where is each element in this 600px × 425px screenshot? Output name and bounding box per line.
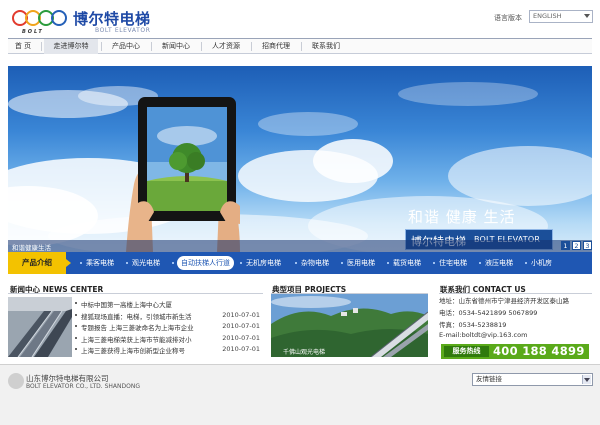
nav-divider (151, 42, 152, 51)
language-value: ENGLISH (533, 12, 562, 20)
bullet-icon (126, 262, 128, 264)
footer-company-en: BOLT ELEVATOR CO., LTD. SHANDONG (26, 383, 140, 390)
news-item[interactable]: 上海三菱获得上海市创新型企业称号 2010-07-01 (75, 345, 263, 357)
news-photo-escalator[interactable] (8, 297, 72, 357)
product-item-small-machine-room[interactable]: 小机房 (531, 252, 552, 274)
news-item-title[interactable]: 中标中国第一高楼上海中心大厦 (81, 299, 219, 309)
language-select[interactable]: ENGLISH (529, 10, 593, 23)
bullet-icon (295, 262, 297, 264)
footer-logo-icon (8, 373, 24, 389)
news-item[interactable]: 中标中国第一高楼上海中心大厦 (75, 299, 263, 311)
bullet-icon (75, 313, 77, 316)
banner-caption: 和谐健康生活 (12, 244, 51, 252)
bullet-icon (80, 262, 82, 264)
bullet-icon (240, 262, 242, 264)
news-divider (8, 293, 263, 294)
nav-divider (251, 42, 252, 51)
news-item-date: 2010-07-01 (222, 310, 260, 319)
bullet-icon (75, 302, 77, 304)
logo-bolt-text: BOLT (22, 29, 44, 35)
nav-item-contact[interactable]: 联系我们 (304, 39, 348, 54)
product-item-escalator[interactable]: 自动扶梯人行道 (177, 256, 234, 270)
language-label: 语言版本 (494, 14, 522, 22)
bullet-icon (75, 348, 77, 351)
bullet-icon (525, 262, 527, 264)
friend-links-select[interactable]: 友情链接 (472, 373, 593, 386)
product-item-residential[interactable]: 住宅电梯 (439, 252, 467, 274)
bullet-icon (341, 262, 343, 264)
site-footer: 山东博尔特电梯有限公司 BOLT ELEVATOR CO., LTD. SHAN… (0, 364, 600, 425)
nav-item-products[interactable]: 产品中心 (104, 39, 148, 54)
main-nav: 首 页 走进博尔特 产品中心 新闻中心 人才资源 招商代理 联系我们 (8, 38, 592, 54)
contact-address: 地址：山东省德州市宁津县经济开发区泰山路 (439, 297, 569, 305)
news-item-date: 2010-07-01 (222, 333, 260, 342)
news-item[interactable]: 上海三菱电梯荣获上海市节能减排对小 2010-07-01 (75, 334, 263, 346)
product-item-mrl[interactable]: 无机房电梯 (246, 252, 281, 274)
nav-item-agency[interactable]: 招商代理 (254, 39, 298, 54)
nav-divider (301, 42, 302, 51)
banner-page-1[interactable]: 1 (561, 241, 570, 250)
banner-tagline: 和谐 健康 生活 (408, 208, 516, 226)
logo-rings-icon[interactable] (12, 8, 70, 28)
nav-divider (201, 42, 202, 51)
contact-fax: 传真：0534-5238819 (439, 321, 507, 329)
company-name-en: BOLT ELEVATOR (95, 27, 151, 34)
product-item-freight[interactable]: 载货电梯 (393, 252, 421, 274)
bullet-icon (75, 336, 77, 339)
friend-links-label: 友情链接 (476, 375, 502, 383)
nav-item-about[interactable]: 走进博尔特 (44, 39, 98, 54)
escalator-image (8, 297, 72, 357)
arrow-right-icon (66, 259, 71, 267)
bullet-icon (387, 262, 389, 264)
news-item-date: 2010-07-01 (222, 345, 260, 354)
news-item-date: 2010-07-01 (222, 322, 260, 331)
nav-divider (101, 42, 102, 51)
hotline-number: 400 188 4899 (493, 344, 585, 358)
service-hotline: 服务热线 400 188 4899 (441, 344, 589, 359)
contact-divider (439, 293, 592, 294)
product-bar-title: 产品介绍 (8, 252, 66, 274)
contact-info: 地址：山东省德州市宁津县经济开发区泰山路 电话：0534-5421899 506… (439, 295, 594, 343)
news-item-title[interactable]: 上海三菱电梯荣获上海市节能减排对小 (81, 334, 219, 344)
chevron-down-icon (582, 375, 591, 384)
bullet-icon (172, 262, 174, 264)
site-header: BOLT 博尔特电梯 BOLT ELEVATOR 语言版本 ENGLISH (0, 0, 600, 40)
banner-caption-strip: 和谐健康生活 1 2 3 (8, 240, 592, 252)
product-item-hydraulic[interactable]: 液压电梯 (485, 252, 513, 274)
banner-page-3[interactable]: 3 (583, 241, 592, 250)
bullet-icon (479, 262, 481, 264)
bullet-icon (433, 262, 435, 264)
news-item[interactable]: 专题报告 上海三菱驶命名为上海市企业 2010-07-01 (75, 322, 263, 334)
news-item[interactable]: 搜狐现场直播：电梯，引领城市新生活 2010-07-01 (75, 311, 263, 323)
nav-item-home[interactable]: 首 页 (8, 39, 38, 54)
nav-divider (41, 42, 42, 51)
product-category-bar: 产品介绍 乘客电梯 观光电梯 自动扶梯人行道 无机房电梯 杂物电梯 医用电梯 载… (8, 252, 592, 274)
news-item-title[interactable]: 专题报告 上海三菱驶命名为上海市企业 (81, 322, 219, 332)
project-caption: 千佛山观光电梯 (283, 349, 326, 356)
nav-item-news[interactable]: 新闻中心 (154, 39, 198, 54)
chevron-down-icon (584, 14, 590, 18)
product-item-dumbwaiter[interactable]: 杂物电梯 (301, 252, 329, 274)
bullet-icon (75, 325, 77, 328)
hotline-label: 服务热线 (444, 346, 489, 357)
news-list: 中标中国第一高楼上海中心大厦 搜狐现场直播：电梯，引领城市新生活 2010-07… (75, 299, 263, 357)
banner-page-2[interactable]: 2 (572, 241, 581, 250)
news-item-title[interactable]: 搜狐现场直播：电梯，引领城市新生活 (81, 311, 219, 321)
product-item-sightseeing[interactable]: 观光电梯 (132, 252, 160, 274)
product-item-passenger[interactable]: 乘客电梯 (86, 252, 114, 274)
contact-email[interactable]: E-mail:boltdt@vip.163.com (439, 331, 594, 343)
news-item-title[interactable]: 上海三菱获得上海市创新型企业称号 (81, 345, 219, 355)
product-item-medical[interactable]: 医用电梯 (347, 252, 375, 274)
company-name[interactable]: 博尔特电梯 (73, 8, 151, 29)
hero-banner[interactable]: 和谐 健康 生活 博尔特电梯 BOLT ELEVATOR (8, 66, 592, 252)
nav-item-talent[interactable]: 人才资源 (204, 39, 248, 54)
contact-phone: 电话：0534-5421899 5067899 (439, 309, 538, 317)
